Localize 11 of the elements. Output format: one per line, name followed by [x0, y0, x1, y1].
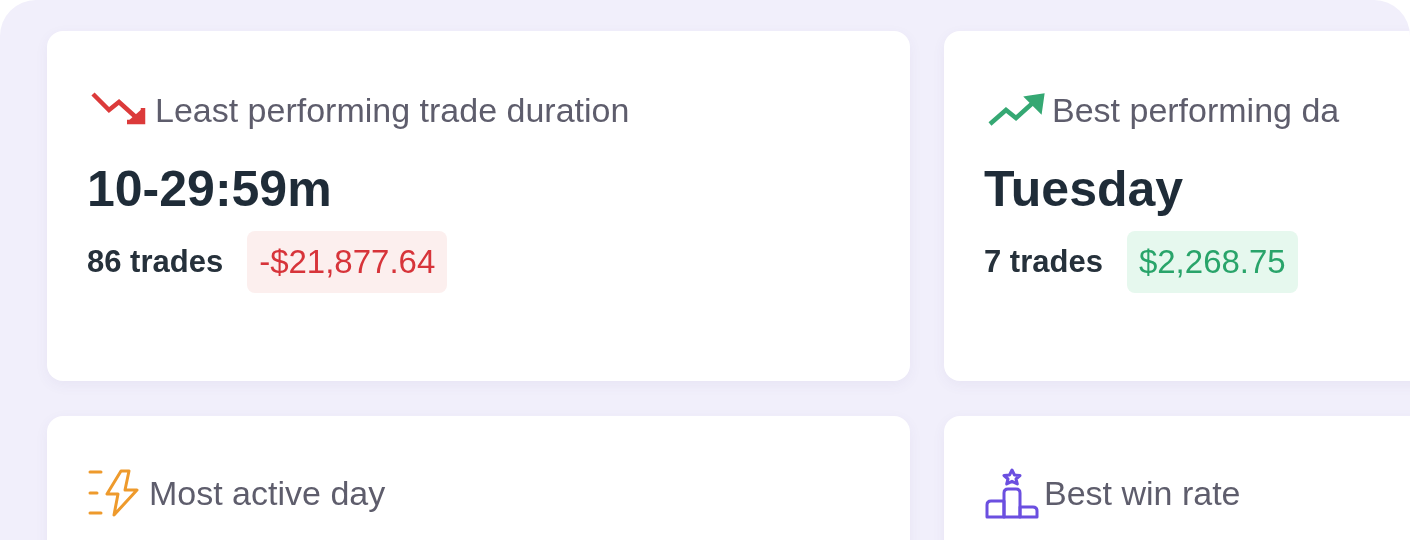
trade-count: 7 trades [984, 244, 1103, 280]
podium-icon [984, 467, 1040, 519]
card-title: Best performing da [1052, 90, 1340, 130]
stat-value: 10-29:59m [87, 160, 333, 219]
card-title: Most active day [149, 473, 386, 513]
profit-loss-badge: -$21,877.64 [247, 231, 448, 293]
profit-loss-badge: $2,268.75 [1126, 231, 1298, 293]
trade-count: 86 trades [87, 244, 224, 280]
stat-value: Tuesday [984, 160, 1185, 219]
card-title: Least performing trade duration [155, 90, 630, 130]
card-title: Best win rate [1044, 473, 1241, 513]
